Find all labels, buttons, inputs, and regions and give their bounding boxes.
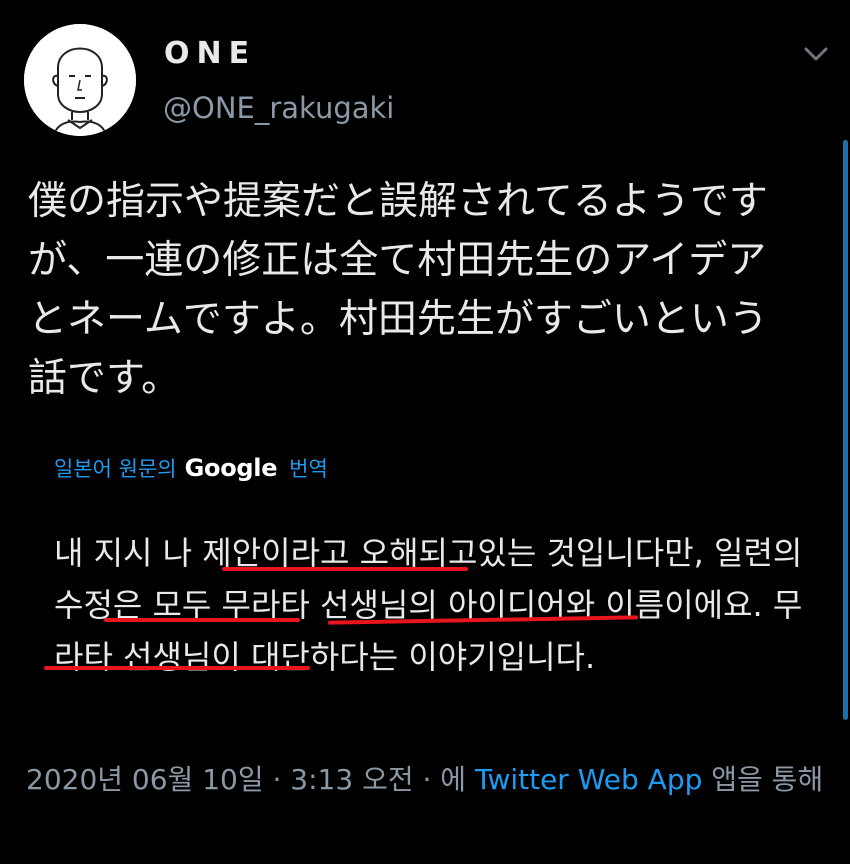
translated-text: 내 지시 나 제안이라고 오해되고있는 것입니다만, 일련의 수정은 모두 무라… (54, 534, 803, 676)
source-link[interactable]: Twitter Web App (475, 763, 702, 796)
annotation-underline (104, 618, 300, 622)
more-options-button[interactable] (796, 36, 836, 72)
chevron-down-icon (804, 47, 828, 61)
annotation-underline (44, 666, 310, 670)
tweet-meta: 2020년 06월 10일 · 3:13 오전 · 에 Twitter Web … (26, 760, 826, 800)
cartoon-face-avatar-icon (24, 24, 136, 136)
translation-label: 일본어 원문의 (54, 457, 177, 481)
avatar[interactable] (24, 24, 136, 136)
translate-link[interactable]: 번역 (289, 453, 328, 483)
scrollbar[interactable] (843, 140, 848, 720)
user-handle[interactable]: @ONE_rakugaki (163, 88, 394, 128)
google-logo: Google (184, 454, 278, 482)
annotation-underline (222, 567, 468, 571)
tweet-text: 僕の指示や提案だと誤解されてるようですが、一連の修正は全て村田先生のアイデアとネ… (28, 179, 768, 401)
source-suffix: 앱을 통해 (711, 763, 824, 796)
translation-attribution[interactable]: 일본어 원문의 Google 번역 (54, 450, 328, 486)
timestamp[interactable]: 2020년 06월 10일 · 3:13 오전 · 에 (26, 763, 466, 796)
display-name[interactable]: ONE (164, 34, 256, 74)
